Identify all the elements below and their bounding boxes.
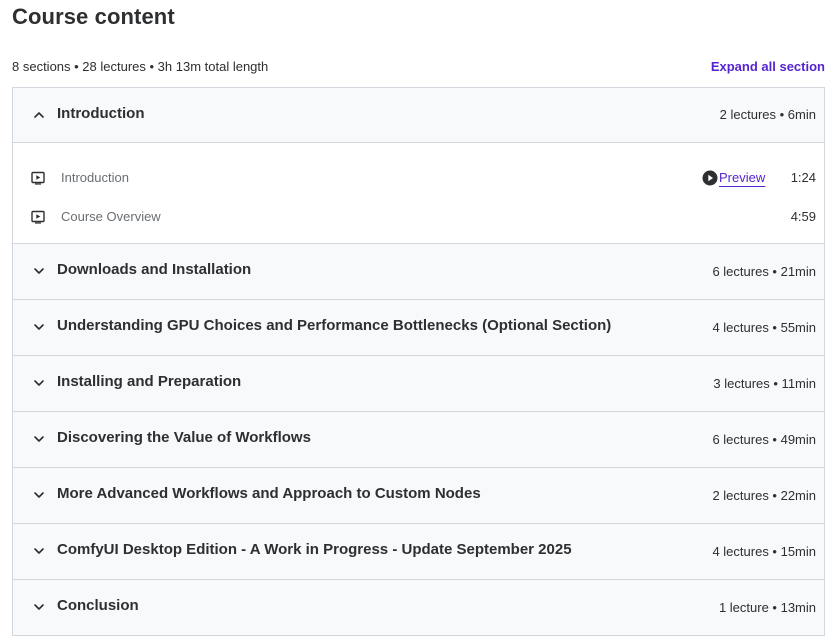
expand-all-button[interactable]: Expand all section	[711, 59, 825, 74]
section-header-gpu-choices[interactable]: Understanding GPU Choices and Performanc…	[13, 300, 824, 356]
section-title: Downloads and Installation	[57, 261, 252, 278]
chevron-down-icon	[33, 377, 45, 389]
section-meta: 2 lectures • 6min	[719, 107, 816, 122]
preview-button[interactable]: Preview	[702, 168, 768, 188]
section-meta: 2 lectures • 22min	[712, 488, 816, 503]
lecture-duration: 4:59	[790, 209, 816, 224]
section-meta: 4 lectures • 15min	[712, 544, 816, 559]
section-header-comfyui-desktop[interactable]: ComfyUI Desktop Edition - A Work in Prog…	[13, 524, 824, 580]
section-title: More Advanced Workflows and Approach to …	[57, 485, 481, 502]
section-meta: 6 lectures • 49min	[712, 432, 816, 447]
course-summary: 8 sections • 28 lectures • 3h 13m total …	[12, 59, 269, 74]
section-title: ComfyUI Desktop Edition - A Work in Prog…	[57, 541, 572, 558]
lecture-title[interactable]: Introduction	[61, 170, 129, 185]
lecture-duration: 1:24	[790, 170, 816, 185]
video-icon	[31, 171, 45, 185]
section-lectures-introduction: Introduction Preview 1:24 Course Overvie…	[13, 143, 824, 244]
section-title: Conclusion	[57, 597, 139, 614]
lecture-row: Introduction Preview 1:24	[13, 167, 824, 191]
lecture-row: Course Overview 4:59	[13, 206, 824, 230]
video-icon	[31, 210, 45, 224]
preview-link[interactable]: Preview	[719, 170, 765, 185]
section-title: Installing and Preparation	[57, 373, 242, 390]
section-header-installing-and-preparation[interactable]: Installing and Preparation 3 lectures • …	[13, 356, 824, 412]
lecture-title[interactable]: Course Overview	[61, 209, 161, 224]
chevron-down-icon	[33, 265, 45, 277]
chevron-down-icon	[33, 321, 45, 333]
section-meta: 4 lectures • 55min	[712, 320, 816, 335]
chevron-down-icon	[33, 545, 45, 557]
section-title: Understanding GPU Choices and Performanc…	[57, 317, 612, 334]
page-title: Course content	[12, 4, 175, 29]
section-meta: 3 lectures • 11min	[713, 376, 816, 391]
section-header-discovering-workflows[interactable]: Discovering the Value of Workflows 6 lec…	[13, 412, 824, 468]
chevron-down-icon	[33, 433, 45, 445]
section-header-introduction[interactable]: Introduction 2 lectures • 6min	[13, 88, 824, 143]
course-summary-row: 8 sections • 28 lectures • 3h 13m total …	[12, 59, 825, 79]
chevron-down-icon	[33, 489, 45, 501]
play-icon	[702, 170, 718, 186]
chevron-down-icon	[33, 601, 45, 613]
section-header-downloads-and-installation[interactable]: Downloads and Installation 6 lectures • …	[13, 244, 824, 300]
chevron-up-icon	[33, 109, 45, 121]
section-meta: 6 lectures • 21min	[712, 264, 816, 279]
section-header-advanced-workflows[interactable]: More Advanced Workflows and Approach to …	[13, 468, 824, 524]
section-header-conclusion[interactable]: Conclusion 1 lecture • 13min	[13, 580, 824, 636]
curriculum-accordion: Introduction 2 lectures • 6min Introduct…	[12, 87, 825, 636]
section-title: Discovering the Value of Workflows	[57, 429, 311, 446]
section-meta: 1 lecture • 13min	[718, 600, 816, 615]
section-title: Introduction	[57, 105, 145, 122]
